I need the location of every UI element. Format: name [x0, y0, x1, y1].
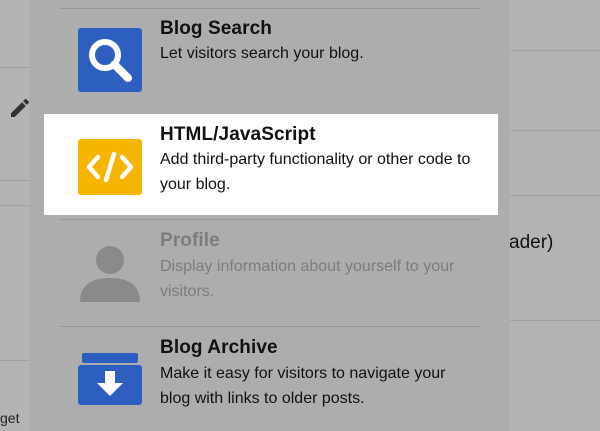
pencil-icon	[8, 96, 32, 120]
background-widget-label: get	[0, 410, 20, 426]
code-icon	[78, 139, 142, 195]
widget-title: Blog Search	[160, 18, 272, 39]
background-divider	[510, 320, 600, 321]
widget-title: Blog Archive	[160, 337, 278, 358]
widget-description: Display information about yourself to yo…	[160, 258, 455, 300]
archive-icon	[78, 349, 142, 413]
background-divider	[510, 130, 600, 131]
widget-item-blog-search[interactable]: Blog Search Let visitors search your blo…	[60, 8, 480, 113]
widget-item-html-javascript[interactable]: HTML/JavaScript Add third-party function…	[60, 114, 480, 215]
background-right-panel	[510, 0, 600, 431]
widget-title: Profile	[160, 230, 220, 251]
background-divider	[0, 205, 30, 206]
background-divider	[0, 360, 30, 361]
widget-item-blog-archive[interactable]: Blog Archive Make it easy for visitors t…	[60, 327, 480, 431]
widget-description: Let visitors search your blog.	[160, 45, 364, 62]
widget-description: Add third-party functionality or other c…	[160, 151, 471, 193]
background-widget-label: ader)	[509, 232, 554, 253]
person-icon	[78, 238, 142, 302]
background-divider	[0, 180, 30, 181]
background-left-panel	[0, 0, 30, 431]
background-divider	[0, 67, 30, 68]
search-icon	[78, 28, 142, 92]
widget-description: Make it easy for visitors to navigate yo…	[160, 365, 446, 407]
widget-title: HTML/JavaScript	[160, 124, 316, 145]
background-divider	[510, 50, 600, 51]
widget-item-profile[interactable]: Profile Display information about yourse…	[60, 220, 480, 325]
background-divider	[510, 195, 600, 196]
